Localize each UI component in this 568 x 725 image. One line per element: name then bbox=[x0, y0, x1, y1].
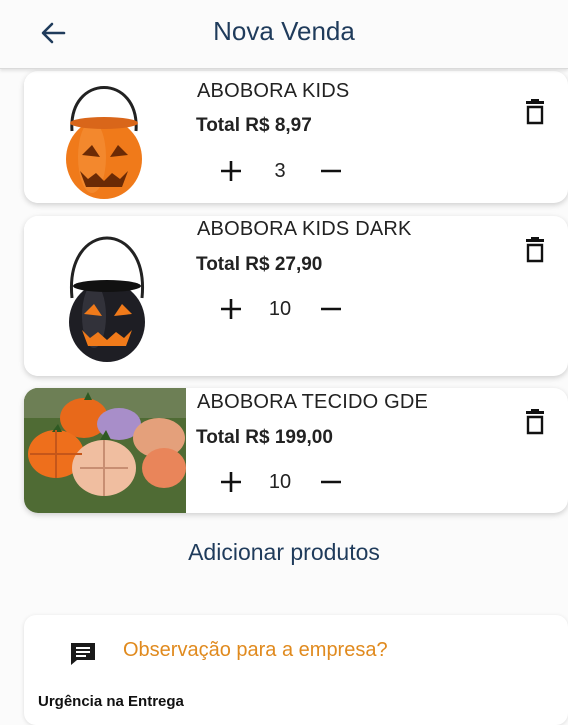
product-image-black-pumpkin bbox=[24, 216, 186, 376]
minus-icon[interactable] bbox=[319, 159, 343, 183]
product-total: Total R$ 8,97 bbox=[196, 115, 312, 136]
notes-title[interactable]: Observação para a empresa? bbox=[123, 639, 388, 662]
plus-icon[interactable] bbox=[219, 159, 243, 183]
product-name: ABOBORA KIDS DARK bbox=[197, 218, 412, 240]
notes-card: Observação para a empresa? Urgência na E… bbox=[24, 615, 568, 725]
product-card: ABOBORA KIDS Total R$ 8,97 3 bbox=[24, 71, 568, 203]
trash-icon[interactable] bbox=[524, 237, 546, 263]
message-icon bbox=[71, 643, 95, 665]
product-total: Total R$ 27,90 bbox=[196, 254, 323, 275]
trash-icon[interactable] bbox=[524, 99, 546, 125]
quantity-value: 3 bbox=[274, 160, 286, 182]
plus-icon[interactable] bbox=[219, 470, 243, 494]
trash-icon[interactable] bbox=[524, 409, 546, 435]
product-total: Total R$ 199,00 bbox=[196, 427, 333, 448]
product-image-orange-pumpkin bbox=[24, 71, 186, 203]
notes-subtitle: Urgência na Entrega bbox=[38, 693, 184, 710]
quantity-value: 10 bbox=[268, 471, 292, 493]
page-title: Nova Venda bbox=[213, 16, 355, 46]
product-name: ABOBORA TECIDO GDE bbox=[197, 391, 429, 413]
product-image-fabric-pumpkins bbox=[24, 388, 186, 513]
product-card: ABOBORA KIDS DARK Total R$ 27,90 10 bbox=[24, 216, 568, 376]
minus-icon[interactable] bbox=[319, 297, 343, 321]
quantity-value: 10 bbox=[268, 298, 292, 320]
minus-icon[interactable] bbox=[319, 470, 343, 494]
add-products-button[interactable]: Adicionar produtos bbox=[0, 539, 568, 566]
product-name: ABOBORA KIDS bbox=[197, 80, 350, 102]
plus-icon[interactable] bbox=[219, 297, 243, 321]
product-card: ABOBORA TECIDO GDE Total R$ 199,00 10 bbox=[24, 388, 568, 513]
app-bar: Nova Venda bbox=[0, 0, 568, 69]
